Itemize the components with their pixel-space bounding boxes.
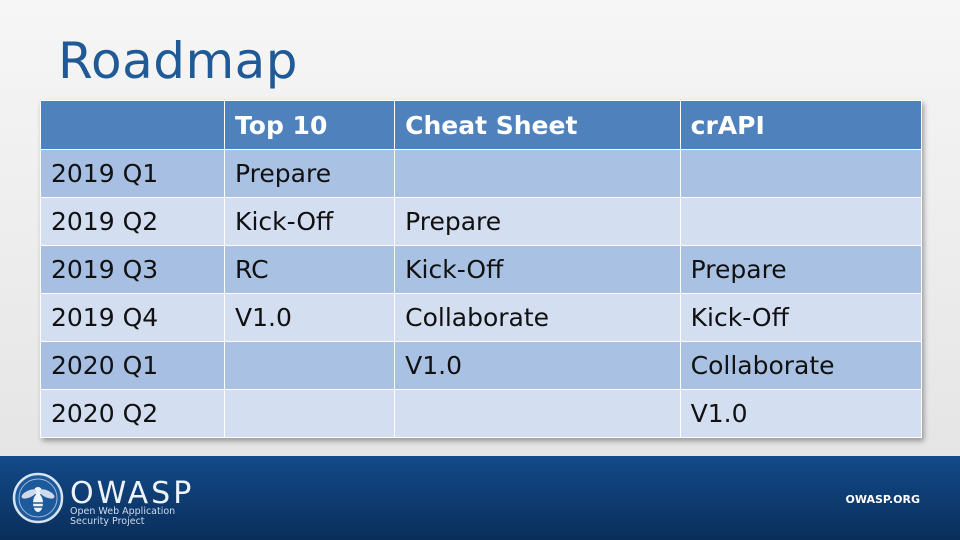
table-cell: Collaborate (394, 293, 681, 342)
roadmap-table: Top 10 Cheat Sheet crAPI 2019 Q1 Prepare… (39, 100, 923, 438)
table-row: 2019 Q4 V1.0 Collaborate Kick-Off (39, 293, 923, 342)
table-row: 2019 Q2 Kick-Off Prepare (39, 197, 923, 246)
table-cell: Collaborate (679, 341, 923, 390)
table-row: 2020 Q1 V1.0 Collaborate (39, 341, 923, 390)
footer-bar: OWASP Open Web Application Security Proj… (0, 456, 960, 540)
table-cell (394, 149, 681, 198)
table-cell: V1.0 (679, 389, 923, 438)
table-cell: Prepare (679, 245, 923, 294)
header-cell-quarter (39, 100, 226, 150)
site-url: OWASP.ORG (845, 493, 921, 506)
table-cell: Prepare (224, 149, 396, 198)
table-cell: 2020 Q2 (39, 389, 226, 438)
logo-tagline-line-2: Security Project (70, 516, 145, 527)
table-cell: Kick-Off (224, 197, 396, 246)
table-cell (224, 341, 396, 390)
table-cell (679, 197, 923, 246)
header-cell-cheat-sheet: Cheat Sheet (394, 100, 681, 150)
table-cell (224, 389, 396, 438)
table-cell: 2019 Q4 (39, 293, 226, 342)
logo-tagline: Open Web Application Security Project (70, 507, 180, 527)
table-cell (394, 389, 681, 438)
table-cell: RC (224, 245, 396, 294)
table-cell: Prepare (394, 197, 681, 246)
table-cell: Kick-Off (679, 293, 923, 342)
table-cell: V1.0 (224, 293, 396, 342)
slide-title: Roadmap (58, 32, 299, 90)
header-cell-crapi: crAPI (679, 100, 923, 150)
table-row: 2020 Q2 V1.0 (39, 389, 923, 438)
table-row: 2019 Q1 Prepare (39, 149, 923, 198)
header-cell-top10: Top 10 (224, 100, 396, 150)
table-cell (679, 149, 923, 198)
table-cell: 2019 Q3 (39, 245, 226, 294)
table-cell: Kick-Off (394, 245, 681, 294)
table-cell: 2020 Q1 (39, 341, 226, 390)
table-cell: 2019 Q1 (39, 149, 226, 198)
table-cell: V1.0 (394, 341, 681, 390)
table-cell: 2019 Q2 (39, 197, 226, 246)
table-row: 2019 Q3 RC Kick-Off Prepare (39, 245, 923, 294)
table-header-row: Top 10 Cheat Sheet crAPI (39, 100, 923, 150)
wasp-emblem-icon (12, 472, 64, 524)
